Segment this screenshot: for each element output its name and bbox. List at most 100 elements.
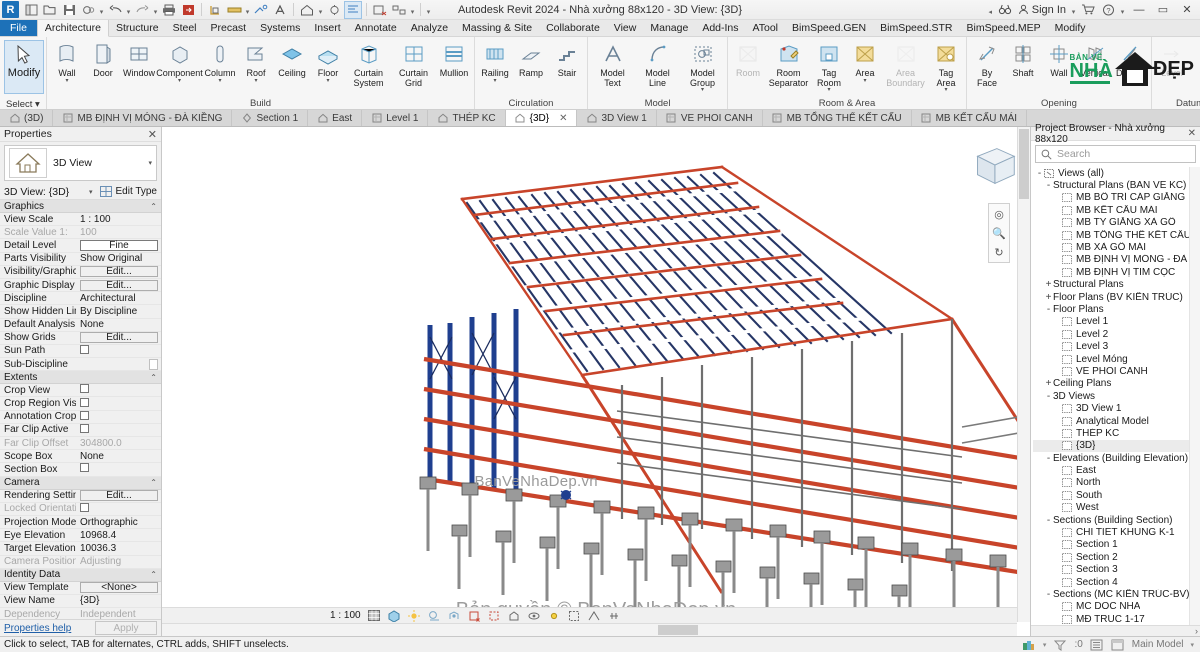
browser-search-input[interactable]: Search <box>1035 145 1196 163</box>
ribbon-button-component[interactable]: Component ▾ <box>156 38 203 84</box>
rendering-dialog-icon[interactable] <box>447 609 461 623</box>
ribbon-tab-manage[interactable]: Manage <box>643 20 695 36</box>
ribbon-tab-bimspeed-str[interactable]: BimSpeed.STR <box>873 20 959 36</box>
active-workset-label[interactable]: Main Model <box>1132 639 1184 650</box>
temporary-hide-isolate-icon[interactable] <box>527 609 541 623</box>
ribbon-tab-bimspeed-mep[interactable]: BimSpeed.MEP <box>960 20 1048 36</box>
property-value[interactable]: 1 : 100 <box>76 214 161 225</box>
constraints-icon[interactable] <box>607 609 621 623</box>
property-edit-button[interactable]: Edit... <box>80 266 158 278</box>
ribbon-button-window[interactable]: Window <box>121 38 157 79</box>
property-value[interactable]: Edit... <box>76 279 161 291</box>
search-binoculars-icon[interactable] <box>996 1 1014 19</box>
app-store-cart-icon[interactable] <box>1079 1 1097 19</box>
view-tab--3d-[interactable]: (3D) <box>0 110 54 126</box>
ribbon-tab-file[interactable]: File <box>0 20 37 36</box>
main-model-dropdown-caret[interactable]: ▾ <box>1190 641 1194 649</box>
measure-icon[interactable] <box>206 1 224 19</box>
open-icon[interactable] <box>41 1 59 19</box>
ribbon-tab-steel[interactable]: Steel <box>166 20 204 36</box>
help-dropdown-caret[interactable]: ▾ <box>1119 1 1126 19</box>
ribbon-button-room-separator[interactable]: Room Separator <box>766 38 811 88</box>
expand-node-icon[interactable]: + <box>1044 378 1053 389</box>
browser-node-m-truc-1-17[interactable]: MĐ TRUC 1-17 <box>1033 613 1200 625</box>
collapse-node-icon[interactable]: - <box>1035 168 1044 179</box>
collapse-group-icon[interactable]: ⌃ <box>150 478 157 487</box>
browser-vertical-scrollbar[interactable] <box>1189 167 1200 625</box>
ribbon-button-tag-room[interactable]: Tag Room ▾ <box>811 38 847 93</box>
ribbon-tab-massing-site[interactable]: Massing & Site <box>455 20 539 36</box>
browser-node-mb-nh-v-tim-c-c[interactable]: MB ĐỊNH VỊ TIM CỌC <box>1033 266 1200 278</box>
collapse-node-icon[interactable]: - <box>1044 515 1053 526</box>
thin-lines-icon[interactable] <box>344 0 362 19</box>
property-value[interactable] <box>76 410 161 423</box>
temporary-view-properties-icon[interactable] <box>567 609 581 623</box>
reveal-hidden-elements-icon[interactable] <box>547 609 561 623</box>
property-value[interactable] <box>76 384 161 396</box>
ribbon-button-model-group[interactable]: Model Group ▾ <box>680 38 725 93</box>
ribbon-panel-title[interactable]: Room & Area <box>730 97 964 109</box>
view-tab-mb-nh-v-m-ng-ki-ng[interactable]: MB ĐỊNH VỊ MÓNG - ĐÀ KIỀNG <box>53 110 233 126</box>
apply-button[interactable]: Apply <box>95 621 157 635</box>
property-group-camera[interactable]: Camera ⌃ <box>0 476 161 490</box>
property-value[interactable]: 10968.4 <box>76 530 161 541</box>
property-edit-button[interactable]: Edit... <box>80 332 158 344</box>
steering-wheel-icon[interactable]: ◎ <box>991 206 1007 222</box>
canvas-vertical-scrollbar[interactable] <box>1017 127 1030 622</box>
ribbon-tab-collaborate[interactable]: Collaborate <box>539 20 607 36</box>
browser-node-mb-t-ng-th-k-t-c-u[interactable]: MB TỔNG THỂ KẾT CẤU <box>1033 229 1200 241</box>
ribbon-button-model-text[interactable]: Model Text <box>590 38 635 88</box>
browser-node-analytical-model[interactable]: Analytical Model <box>1033 415 1200 427</box>
ribbon-button-curtain-system[interactable]: Curtain System <box>346 38 391 88</box>
ribbon-button-dropdown-caret[interactable]: ▾ <box>863 78 866 84</box>
browser-node-mb-nh-v-m-ng-ki-ng[interactable]: MB ĐỊNH VỊ MÓNG - ĐÀ KIỀNG <box>1033 254 1200 266</box>
property-value[interactable]: By Discipline <box>76 306 161 317</box>
ribbon-button-ceiling[interactable]: Ceiling <box>274 38 310 79</box>
ribbon-tab-structure[interactable]: Structure <box>109 20 166 36</box>
analytical-model-icon[interactable] <box>587 609 601 623</box>
close-window-button[interactable]: ✕ <box>1176 1 1198 19</box>
browser-node-mb-ty-gi-ng-x-g-[interactable]: MB TY GIẰNG XÀ GỒ <box>1033 217 1200 229</box>
browser-node-level-2[interactable]: Level 2 <box>1033 328 1200 340</box>
property-value[interactable] <box>76 423 161 436</box>
unlock-3d-view-icon[interactable] <box>507 609 521 623</box>
property-value[interactable] <box>76 344 161 357</box>
redo-icon[interactable] <box>133 1 151 19</box>
property-smallbox[interactable] <box>149 358 158 370</box>
ribbon-button-dropdown-caret[interactable]: ▾ <box>944 87 947 93</box>
collapse-group-icon[interactable]: ⌃ <box>150 373 157 382</box>
canvas-hscroll-thumb[interactable] <box>657 625 698 635</box>
browser-node-structural-plans[interactable]: + Structural Plans <box>1033 279 1200 291</box>
ribbon-tab-precast[interactable]: Precast <box>204 20 254 36</box>
ribbon-tab-atool[interactable]: ATool <box>746 20 786 36</box>
print-icon[interactable] <box>160 1 178 19</box>
ribbon-button-dropdown-caret[interactable]: ▾ <box>65 78 68 84</box>
close-view-tab-icon[interactable]: ✕ <box>559 113 567 124</box>
undo-dropdown-caret[interactable]: ▾ <box>125 1 132 19</box>
ribbon-button-stair[interactable]: Stair <box>549 38 585 79</box>
browser-node-chi-tiet-khung-k-1[interactable]: CHI TIET KHUNG K-1 <box>1033 526 1200 538</box>
expand-node-icon[interactable]: + <box>1044 292 1053 303</box>
dimension-dropdown-caret[interactable]: ▾ <box>244 1 251 19</box>
browser-node-mb-x-g-m-i[interactable]: MB XÀ GỒ MÁI <box>1033 241 1200 253</box>
browser-node-mb-b-tr-c-p-gi-ng-m-i[interactable]: MB BỐ TRÍ CÁP GIẰNG MÁI <box>1033 192 1200 204</box>
browser-node-ceiling-plans[interactable]: + Ceiling Plans <box>1033 378 1200 390</box>
ribbon-button-dropdown-caret[interactable]: ▾ <box>178 78 181 84</box>
browser-node-level-m-ng[interactable]: Level Móng <box>1033 353 1200 365</box>
switch-windows-icon[interactable] <box>390 1 408 19</box>
ribbon-button-dropdown-caret[interactable]: ▾ <box>827 87 830 93</box>
property-value[interactable]: Show Original <box>76 253 161 264</box>
property-edit-field[interactable]: Fine <box>80 239 158 251</box>
property-checkbox[interactable] <box>80 397 89 407</box>
expand-node-icon[interactable]: + <box>1044 279 1053 290</box>
ribbon-button-wall[interactable]: Wall ▾ <box>49 38 85 84</box>
ribbon-button-area[interactable]: Area ▾ <box>847 38 883 84</box>
browser-node-level-1[interactable]: Level 1 <box>1033 316 1200 328</box>
ribbon-tab-annotate[interactable]: Annotate <box>348 20 404 36</box>
property-value[interactable] <box>76 463 161 475</box>
ribbon-button-model-line[interactable]: Model Line <box>635 38 680 88</box>
switch-windows-caret[interactable]: ▾ <box>409 1 416 19</box>
navigation-bar[interactable]: ◎ 🔍 ↻ <box>988 203 1010 263</box>
property-value[interactable]: <None> <box>76 582 161 594</box>
browser-node-sections-mc-ki-n-tr-c-bv-[interactable]: - Sections (MC KIẾN TRÚC-BV) <box>1033 588 1200 600</box>
